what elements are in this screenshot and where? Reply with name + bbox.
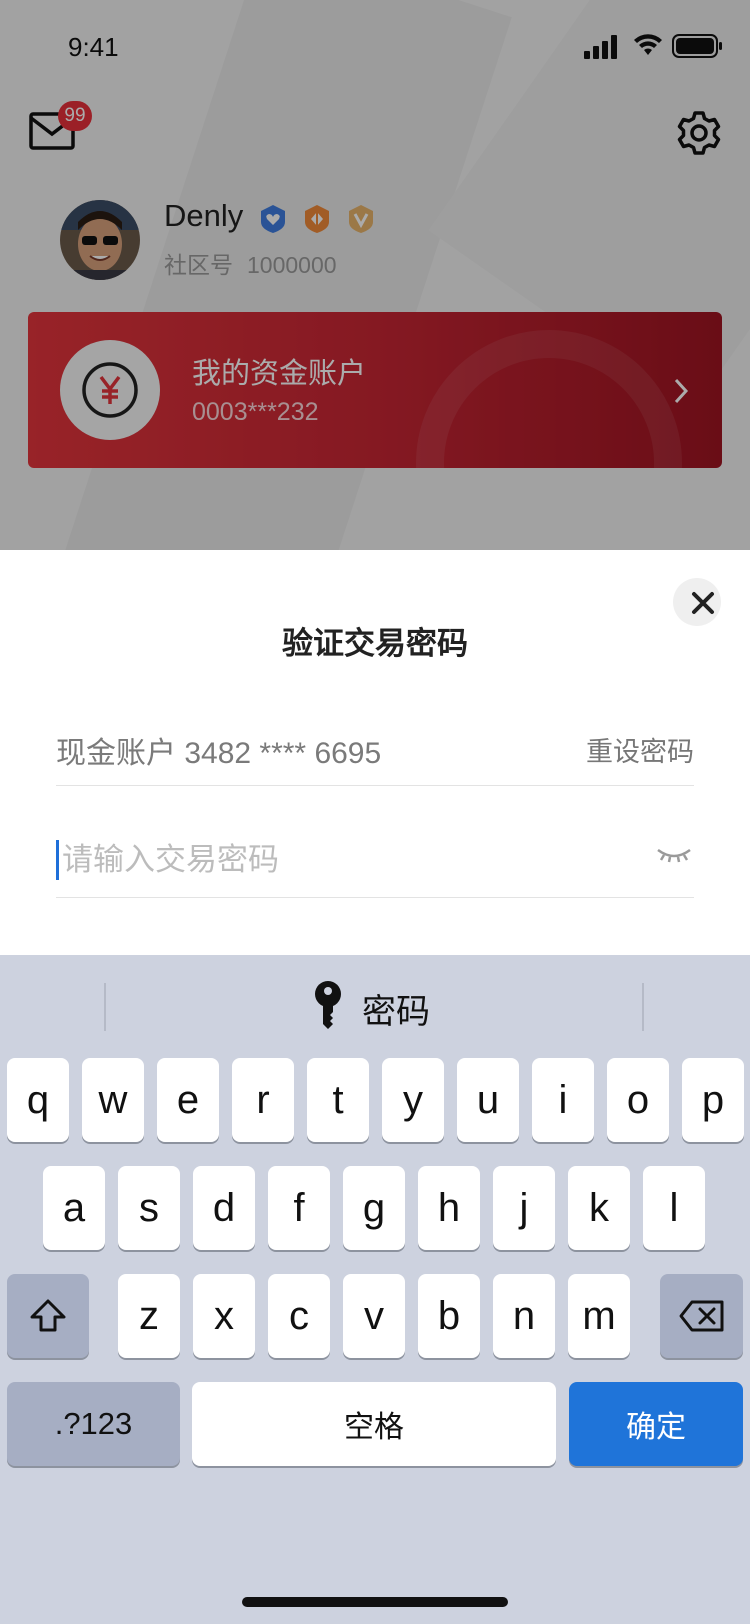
backspace-key[interactable]: [660, 1274, 743, 1358]
key-x[interactable]: x: [193, 1274, 255, 1358]
shift-icon: [30, 1299, 66, 1332]
key-a[interactable]: a: [43, 1166, 105, 1250]
key-r[interactable]: r: [232, 1058, 294, 1142]
sheet-title: 验证交易密码: [282, 626, 468, 661]
modal-dim-overlay[interactable]: [0, 0, 750, 550]
backspace-icon: [679, 1300, 723, 1332]
cash-account-label: 现金账户 3482 **** 6695: [56, 737, 382, 770]
key-f[interactable]: f: [268, 1166, 330, 1250]
key-y[interactable]: y: [382, 1058, 444, 1142]
key-u[interactable]: u: [457, 1058, 519, 1142]
shift-key[interactable]: [7, 1274, 89, 1358]
divider: [56, 897, 694, 898]
reset-password-link[interactable]: 重设密码: [586, 730, 694, 769]
key-z[interactable]: z: [118, 1274, 180, 1358]
key-l[interactable]: l: [643, 1166, 705, 1250]
key-t[interactable]: t: [307, 1058, 369, 1142]
key-m[interactable]: m: [568, 1274, 630, 1358]
key-c[interactable]: c: [268, 1274, 330, 1358]
symbols-key[interactable]: .?123: [7, 1382, 180, 1466]
key-v[interactable]: v: [343, 1274, 405, 1358]
suggestion-separator: [642, 983, 644, 1031]
key-b[interactable]: b: [418, 1274, 480, 1358]
key-n[interactable]: n: [493, 1274, 555, 1358]
key-e[interactable]: e: [157, 1058, 219, 1142]
key-j[interactable]: j: [493, 1166, 555, 1250]
key-icon: [315, 981, 341, 1029]
key-k[interactable]: k: [568, 1166, 630, 1250]
suggestion-separator: [104, 983, 106, 1031]
key-o[interactable]: o: [607, 1058, 669, 1142]
key-h[interactable]: h: [418, 1166, 480, 1250]
space-key[interactable]: 空格: [192, 1382, 556, 1466]
home-indicator[interactable]: [242, 1597, 508, 1607]
key-p[interactable]: p: [682, 1058, 744, 1142]
key-d[interactable]: d: [193, 1166, 255, 1250]
key-q[interactable]: q: [7, 1058, 69, 1142]
hide-password-eye-icon[interactable]: [656, 846, 692, 866]
key-i[interactable]: i: [532, 1058, 594, 1142]
key-w[interactable]: w: [82, 1058, 144, 1142]
key-g[interactable]: g: [343, 1166, 405, 1250]
key-s[interactable]: s: [118, 1166, 180, 1250]
trade-password-input[interactable]: [56, 836, 642, 884]
keyboard-suggestion[interactable]: 密码: [362, 984, 430, 1033]
divider: [56, 785, 694, 786]
confirm-key[interactable]: 确定: [569, 1382, 743, 1466]
